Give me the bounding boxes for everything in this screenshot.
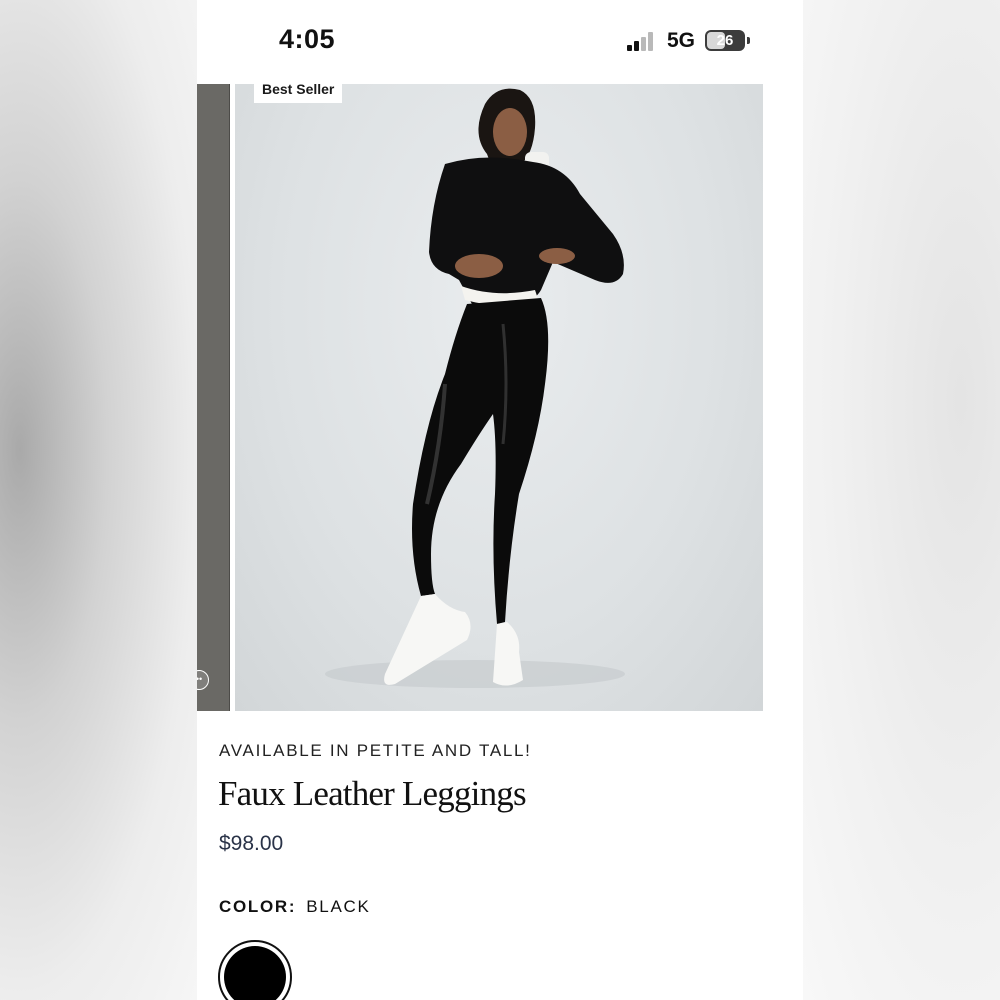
color-label: COLOR:	[219, 897, 297, 916]
color-row: COLOR: BLACK	[219, 897, 371, 917]
network-type: 5G	[667, 29, 696, 52]
phone-screen: 4:05 5G 26 ••	[197, 0, 803, 1000]
background-left	[0, 0, 197, 1000]
status-bar: 4:05 5G 26	[197, 0, 803, 84]
product-price: $98.00	[219, 832, 284, 855]
battery-cap	[747, 37, 750, 44]
status-time: 4:05	[279, 24, 336, 54]
swatch-fill	[224, 946, 286, 1000]
previous-image-slide[interactable]	[197, 84, 230, 711]
battery-percent: 26	[716, 32, 734, 49]
product-image[interactable]: Best Seller	[235, 84, 763, 711]
availability-note: AVAILABLE IN PETITE AND TALL!	[219, 741, 532, 760]
background-right	[803, 0, 1000, 1000]
product-title: Faux Leather Leggings	[218, 774, 527, 813]
best-seller-badge: Best Seller	[254, 84, 343, 103]
signal-icon	[627, 31, 659, 51]
model-illustration	[325, 88, 625, 688]
battery-icon: 26	[705, 30, 745, 51]
color-value: BLACK	[306, 897, 371, 916]
color-swatch-black[interactable]	[218, 940, 292, 1000]
